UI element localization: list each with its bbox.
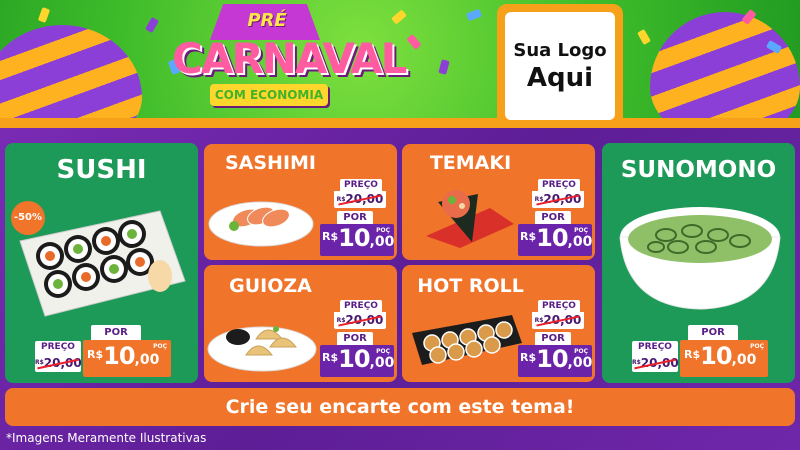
old-price-label: PREÇO bbox=[340, 300, 382, 312]
title-main: CARNAVAL bbox=[172, 34, 407, 83]
new-price-label: POR bbox=[337, 211, 373, 224]
old-price-label: PREÇO bbox=[632, 341, 678, 354]
new-price: R$10,00 POÇ bbox=[518, 224, 592, 256]
old-price-label: PREÇO bbox=[538, 179, 580, 191]
product-card-sunomono[interactable]: SUNOMONO PREÇO R$20,00 POR R$10,00 POÇ bbox=[602, 143, 795, 383]
new-price: R$10,00 POÇ bbox=[83, 340, 171, 377]
confetti bbox=[637, 28, 651, 46]
confetti bbox=[466, 8, 482, 22]
product-card-guioza[interactable]: GUIOZA PREÇO R$20,00 POR R$10,00 POÇ bbox=[204, 265, 397, 382]
sunomono-image bbox=[619, 207, 781, 310]
confetti bbox=[406, 34, 422, 50]
logo-line1: Sua Logo bbox=[513, 39, 607, 61]
new-price-label: POR bbox=[337, 332, 373, 345]
top-banner: PRÉ CARNAVAL COM ECONOMIA bbox=[0, 0, 800, 122]
new-price: R$10,00 POÇ bbox=[320, 345, 394, 377]
carnaval-title-logo: PRÉ CARNAVAL COM ECONOMIA bbox=[172, 4, 407, 116]
temaki-image bbox=[426, 190, 514, 248]
new-price: R$10,00 POÇ bbox=[680, 340, 768, 377]
guioza-image bbox=[207, 326, 317, 372]
logo-line2: Aqui bbox=[526, 62, 594, 93]
sashimi-image bbox=[208, 201, 314, 247]
new-price: R$10,00 POÇ bbox=[518, 345, 592, 377]
banner-divider bbox=[0, 118, 800, 128]
hot-roll-image bbox=[412, 315, 522, 365]
old-price-label: PREÇO bbox=[538, 300, 580, 312]
new-price: R$10,00 POÇ bbox=[320, 224, 394, 256]
new-price-label: POR bbox=[535, 211, 571, 224]
product-title: TEMAKI bbox=[429, 152, 512, 174]
product-card-hot-roll[interactable]: HOT ROLL PREÇO R$20,00 POR R$10,00 POÇ bbox=[402, 265, 595, 382]
confetti bbox=[391, 9, 407, 25]
product-card-sushi[interactable]: SUSHI -50% PREÇO R$20,00 POR R$10,00 POÇ bbox=[5, 143, 198, 383]
easter-egg-right-decoration bbox=[650, 12, 800, 122]
title-pre: PRÉ bbox=[247, 10, 287, 31]
product-card-temaki[interactable]: TEMAKI PREÇO R$20,00 POR R$10,00 POÇ bbox=[402, 144, 595, 260]
old-price-label: PREÇO bbox=[340, 179, 382, 191]
new-price-label: POR bbox=[688, 325, 738, 340]
product-card-sashimi[interactable]: SASHIMI PREÇO R$20,00 POR R$10,00 POÇ bbox=[204, 144, 397, 260]
product-title: SUNOMONO bbox=[620, 157, 777, 183]
confetti bbox=[145, 16, 159, 34]
confetti bbox=[438, 59, 450, 75]
disclaimer-text: *Imagens Meramente Ilustrativas bbox=[6, 431, 207, 445]
easter-egg-left-decoration bbox=[0, 25, 142, 122]
discount-badge: -50% bbox=[11, 201, 45, 235]
product-title: SUSHI bbox=[56, 155, 147, 185]
confetti bbox=[37, 7, 51, 23]
product-title: SASHIMI bbox=[224, 152, 317, 174]
old-price-label: PREÇO bbox=[35, 341, 81, 354]
logo-placeholder: Sua Logo Aqui bbox=[497, 4, 623, 128]
title-sub: COM ECONOMIA bbox=[210, 84, 328, 106]
new-price-label: POR bbox=[535, 332, 571, 345]
new-price-label: POR bbox=[91, 325, 141, 340]
cta-banner[interactable]: Crie seu encarte com este tema! bbox=[5, 388, 795, 426]
product-title: HOT ROLL bbox=[417, 275, 524, 297]
product-title: GUIOZA bbox=[229, 275, 312, 297]
